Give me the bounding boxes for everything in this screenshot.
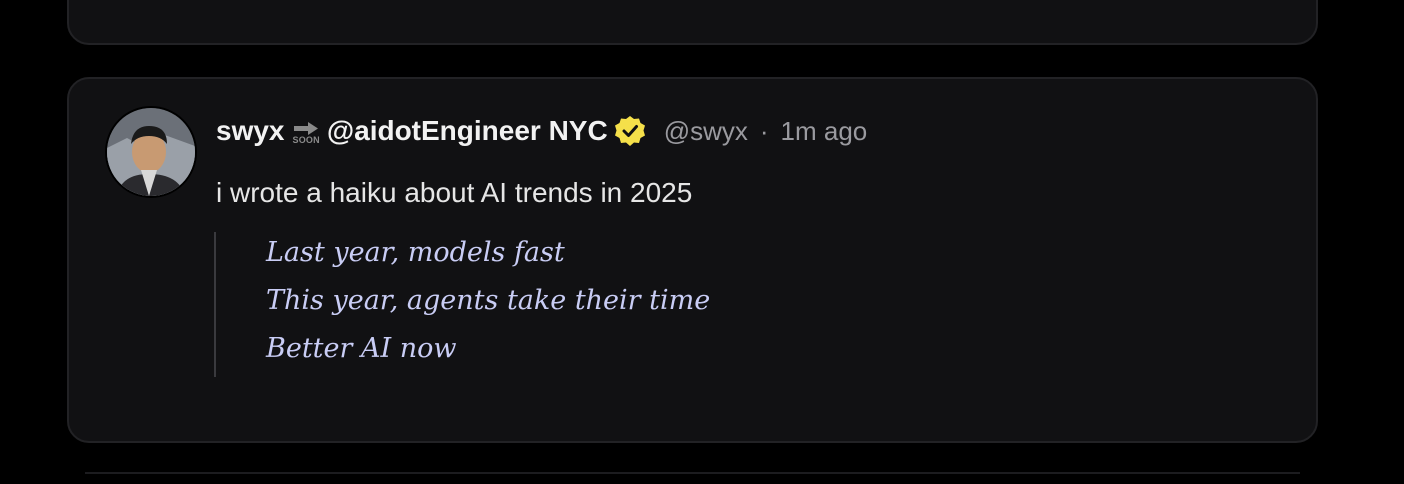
author-name[interactable]: swyx [216,115,285,147]
separator-dot: · [759,115,769,146]
previous-post-card[interactable] [67,0,1318,45]
soon-arrow-icon: SOON [292,121,320,145]
post-header: swyx SOON @aidotEngineer NYC @swyx · 1m … [216,113,867,149]
quote-line: Better AI now [266,333,457,364]
quote-line: This year, agents take their time [266,285,711,316]
verified-badge-icon [613,114,647,148]
post-card[interactable]: swyx SOON @aidotEngineer NYC @swyx · 1m … [67,77,1318,443]
haiku-quote: Last year, models fast This year, agents… [214,232,710,377]
post-timestamp[interactable]: 1m ago [781,116,868,147]
avatar[interactable] [105,106,197,198]
author-affiliation[interactable]: @aidotEngineer NYC [327,115,608,147]
quote-line: Last year, models fast [266,237,565,268]
soon-label: SOON [292,134,320,145]
avatar-image [107,108,195,196]
next-post-card[interactable] [85,472,1300,484]
author-handle[interactable]: @swyx [664,116,748,147]
post-body: i wrote a haiku about AI trends in 2025 [216,177,693,208]
